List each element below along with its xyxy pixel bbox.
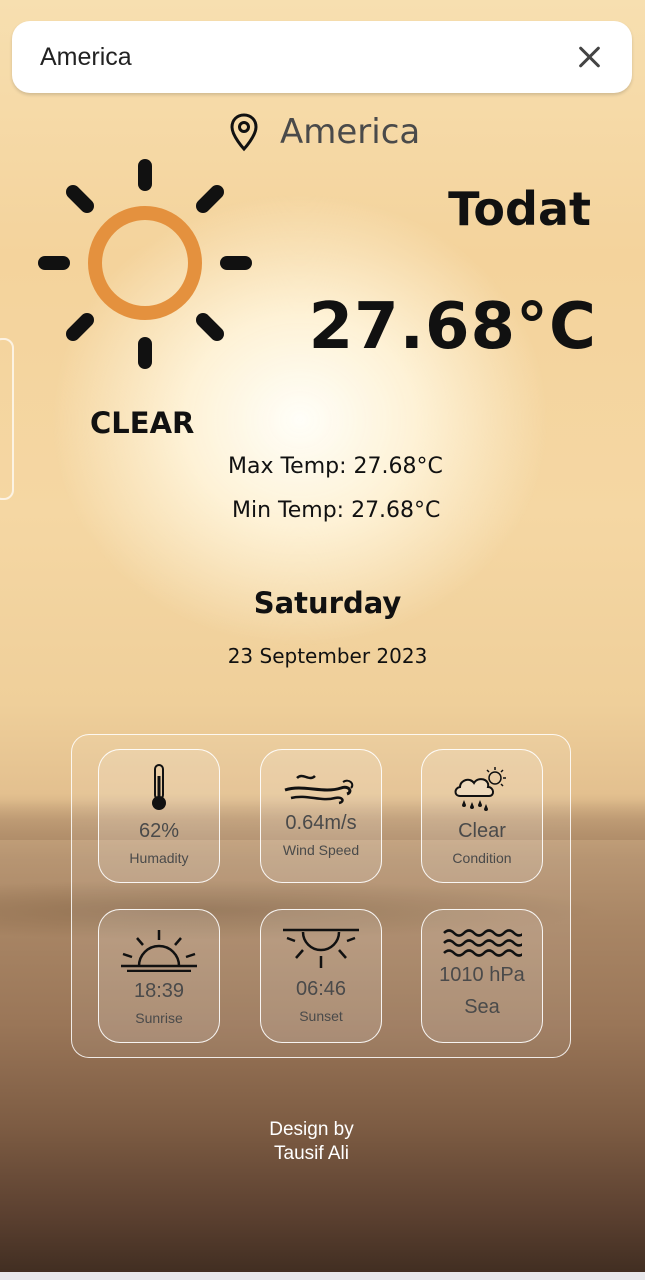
design-credit: Design by Tausif Ali	[0, 1118, 623, 1166]
credit-author: Tausif Ali	[274, 1143, 349, 1164]
sea-level-card: 1010 hPa Sea	[421, 909, 543, 1043]
weather-condition: CLEAR	[90, 406, 195, 440]
humidity-label: Humadity	[129, 850, 189, 866]
sunset-card: 06:46 Sunset	[260, 909, 382, 1043]
search-input[interactable]	[38, 41, 574, 73]
location: America	[228, 112, 420, 152]
humidity-value: 62%	[138, 820, 180, 842]
min-temperature: Min Temp: 27.68°C	[232, 498, 441, 523]
wind-speed-value: 0.64m/s	[285, 812, 357, 834]
condition-value: Clear	[458, 820, 506, 842]
condition-label: Condition	[452, 850, 512, 866]
today-label: Todat	[448, 182, 591, 236]
clear-search-button[interactable]	[574, 41, 606, 73]
sunrise-card: 18:39 Sunrise	[98, 909, 220, 1043]
wind-speed-card: 0.64m/s Wind Speed	[260, 749, 382, 883]
credit-line-1: Design by	[269, 1119, 354, 1140]
navigation-bar	[0, 1272, 645, 1280]
sunset-value: 06:46	[295, 978, 347, 1000]
cloud-sun-rain-icon	[454, 767, 506, 811]
current-temperature: 27.68°C	[308, 290, 597, 364]
weather-stats-panel: 62% Humadity 0.64m/s Wind Speed Clear Co…	[71, 734, 571, 1058]
sun-icon	[38, 159, 252, 369]
condition-card: Clear Condition	[421, 749, 543, 883]
wind-speed-label: Wind Speed	[282, 842, 360, 858]
full-date: 23 September 2023	[227, 644, 428, 668]
wind-icon	[284, 774, 354, 805]
sea-level-value: 1010 hPa	[439, 964, 525, 986]
humidity-card: 62% Humadity	[98, 749, 220, 883]
waves-icon	[443, 929, 522, 957]
sunset-label: Sunset	[299, 1008, 343, 1024]
sunrise-label: Sunrise	[135, 1010, 183, 1026]
thermometer-icon	[152, 764, 166, 810]
location-name: America	[280, 112, 421, 152]
max-temperature: Max Temp: 27.68°C	[228, 454, 443, 479]
sunset-icon	[283, 928, 359, 968]
sunrise-icon	[121, 930, 197, 972]
day-of-week: Saturday	[253, 586, 402, 620]
sunrise-value: 18:39	[133, 980, 185, 1002]
search-bar	[12, 21, 632, 93]
location-pin-icon	[230, 113, 258, 152]
side-drawer-handle[interactable]	[0, 338, 14, 500]
sea-level-label: Sea	[464, 996, 500, 1018]
